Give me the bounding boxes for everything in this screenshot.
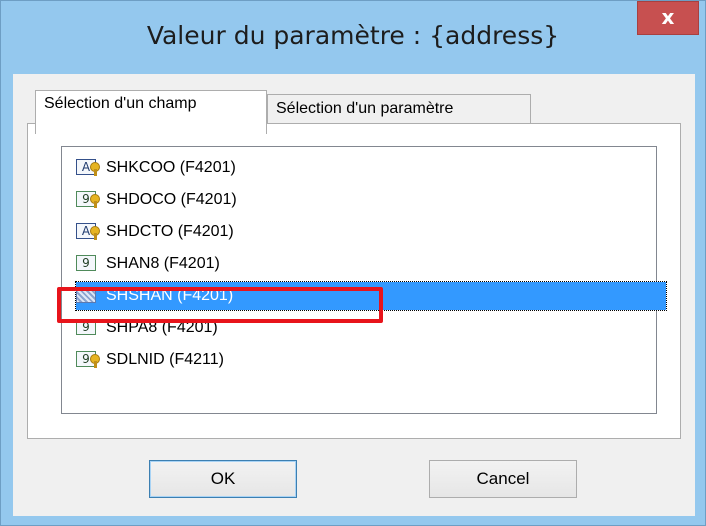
tab-field-selection[interactable]: Sélection d'un champ (35, 90, 267, 134)
annotation-highlight-box (57, 287, 383, 323)
window-title: Valeur du paramètre : {address} (146, 21, 560, 50)
close-button[interactable]: x (637, 1, 699, 35)
list-item[interactable]: 9 SHDOCO (F4201) (74, 185, 654, 215)
field-list[interactable]: A SHKCOO (F4201) 9 SHDOCO (F4201) A SHDC… (61, 146, 667, 414)
title-bar[interactable]: Valeur du paramètre : {address} x (1, 1, 705, 73)
list-item-label: SHDOCO (F4201) (106, 191, 237, 208)
numeric-key-icon: 9 (76, 351, 102, 369)
list-item-label: SHDCTO (F4201) (106, 223, 234, 240)
numeric-icon: 9 (76, 255, 102, 273)
numeric-key-icon: 9 (76, 191, 102, 209)
alpha-key-icon: A (76, 159, 102, 177)
list-item[interactable]: 9 SHAN8 (F4201) (74, 249, 654, 279)
list-item-label: SHKCOO (F4201) (106, 159, 236, 176)
list-item-label: SHAN8 (F4201) (106, 255, 220, 272)
tab-parameter-selection[interactable]: Sélection d'un paramètre (267, 94, 531, 124)
dialog-window: Valeur du paramètre : {address} x Sélect… (0, 0, 706, 526)
cancel-button[interactable]: Cancel (429, 460, 577, 498)
ok-button[interactable]: OK (149, 460, 297, 498)
list-item[interactable]: A SHDCTO (F4201) (74, 217, 654, 247)
list-item[interactable]: A SHKCOO (F4201) (74, 153, 654, 183)
alpha-key-icon: A (76, 223, 102, 241)
list-item-label: SDLNID (F4211) (106, 351, 224, 368)
list-item[interactable]: 9 SDLNID (F4211) (74, 345, 654, 375)
